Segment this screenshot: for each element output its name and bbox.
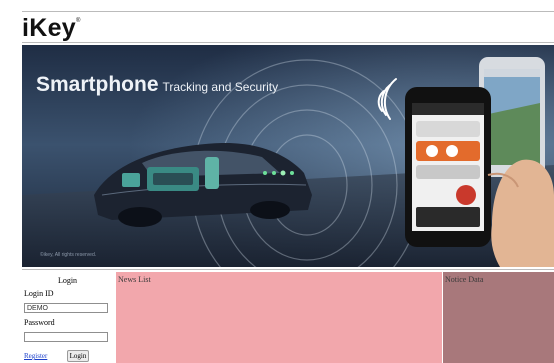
login-id-label: Login ID <box>24 289 54 298</box>
login-button[interactable]: Login <box>67 350 89 362</box>
banner-copyright: ©ikey, All rights reserved. <box>40 252 97 258</box>
banner-bottom-divider <box>22 269 554 270</box>
header-divider <box>22 42 554 43</box>
login-id-input[interactable]: DEMO <box>24 303 108 313</box>
logo-text: iKey <box>22 14 77 42</box>
top-divider <box>22 11 554 12</box>
register-link[interactable]: Register <box>24 352 47 360</box>
registered-mark: ® <box>76 18 81 24</box>
banner-headline: Smartphone Tracking and Security <box>36 73 278 97</box>
news-list-title: News List <box>118 275 151 284</box>
password-label: Password <box>24 318 55 327</box>
headline-small: Tracking and Security <box>162 80 279 94</box>
password-input[interactable] <box>24 332 108 342</box>
hero-banner: Smartphone Tracking and Security ©ikey, A… <box>22 45 554 267</box>
login-panel: Login Login ID DEMO Password Register Lo… <box>22 272 113 363</box>
news-list-panel: News List <box>116 272 442 363</box>
ikey-logo: iKey® <box>22 14 81 43</box>
login-title: Login <box>57 276 78 285</box>
notice-data-title: Notice Data <box>445 275 484 284</box>
notice-data-panel: Notice Data <box>443 272 554 363</box>
headline-big: Smartphone <box>36 73 159 96</box>
phone-app-icon <box>405 87 491 247</box>
